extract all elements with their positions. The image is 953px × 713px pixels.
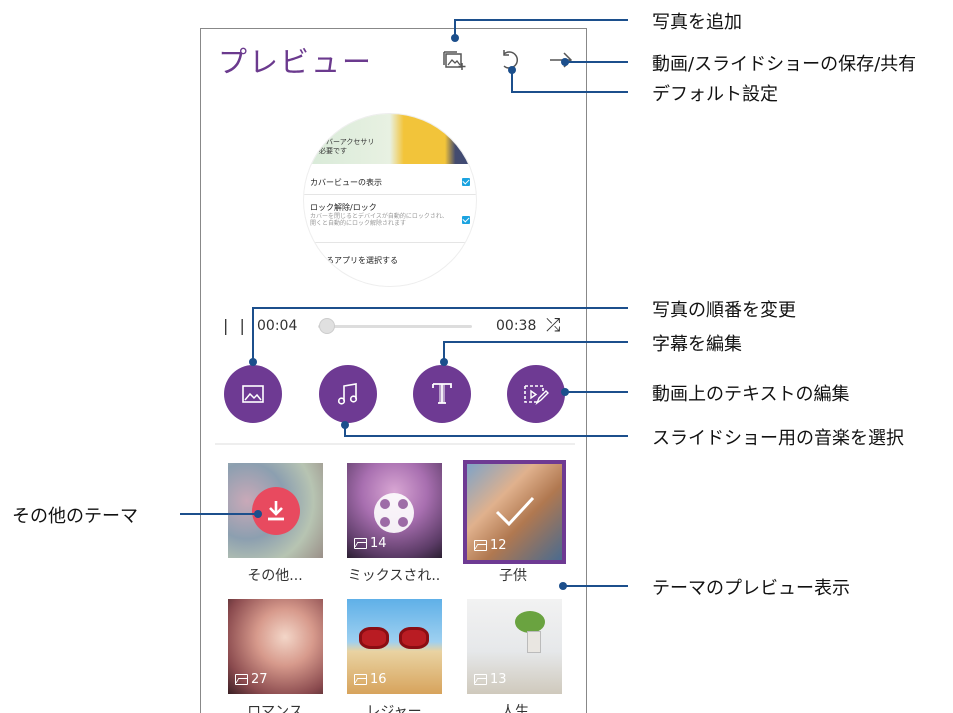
callout-lines xyxy=(180,19,628,590)
callout-save-share: 動画/スライドショーの保存/共有 xyxy=(652,54,917,75)
callout-other-themes: その他のテーマ xyxy=(12,506,138,527)
callout-add-photo: 写真を追加 xyxy=(652,12,742,33)
callout-default: デフォルト設定 xyxy=(652,84,778,105)
callout-caption: 字幕を編集 xyxy=(652,334,742,355)
callout-reorder: 写真の順番を変更 xyxy=(652,300,796,321)
callout-text-edit: 動画上のテキストの編集 xyxy=(652,384,850,405)
callout-theme-preview: テーマのプレビュー表示 xyxy=(652,578,850,599)
callout-music: スライドショー用の音楽を選択 xyxy=(652,428,904,449)
